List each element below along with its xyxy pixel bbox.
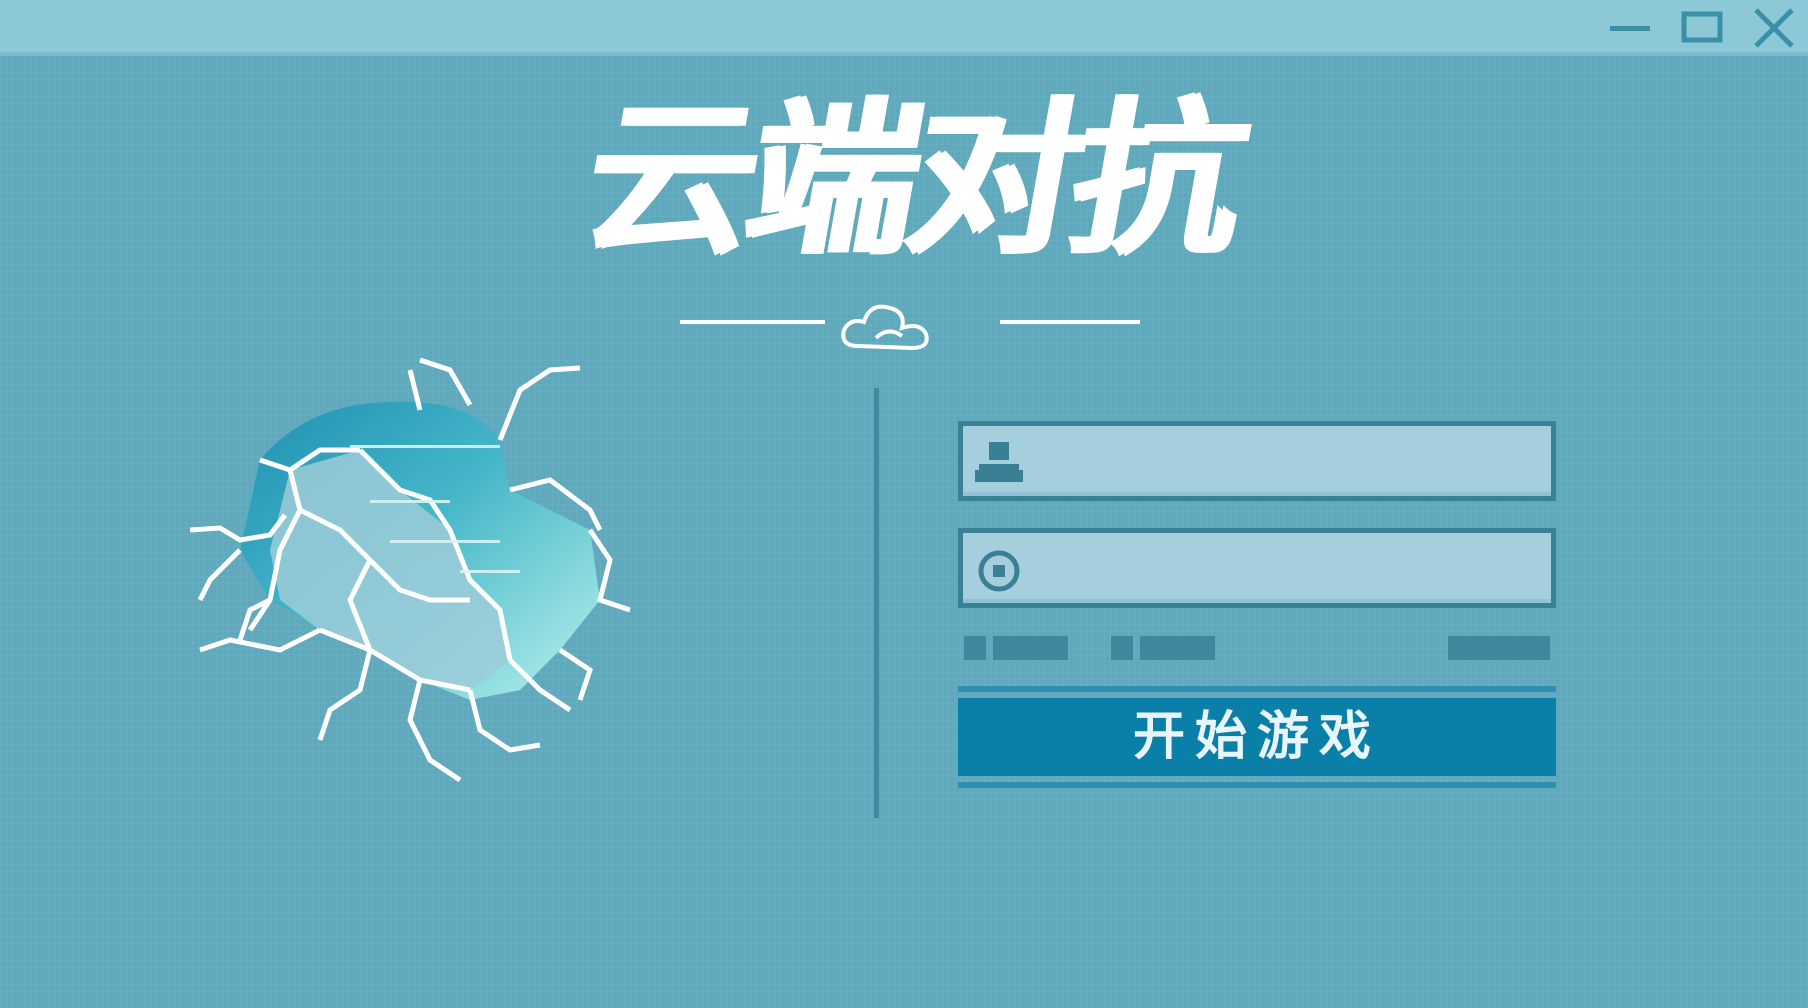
- title-bar[interactable]: [0, 0, 1808, 56]
- close-button[interactable]: [1750, 6, 1798, 50]
- game-login-window: 云端对抗 开始游戏: [0, 0, 1808, 1008]
- auto-login-label: [1140, 636, 1215, 660]
- forgot-password-link[interactable]: [1448, 636, 1550, 660]
- checkbox-icon[interactable]: [964, 636, 986, 660]
- minimize-icon: [1610, 26, 1650, 31]
- game-logo: 云端对抗: [560, 70, 1260, 360]
- start-game-button[interactable]: 开始游戏: [958, 686, 1556, 796]
- cracked-sky-illustration: [170, 350, 730, 854]
- cracked-sky-icon: [189, 357, 631, 783]
- close-icon: [1754, 8, 1794, 48]
- remember-password-checkbox[interactable]: [964, 636, 1068, 660]
- vertical-divider: [874, 388, 879, 818]
- user-icon: [975, 442, 1023, 482]
- minimize-button[interactable]: [1606, 6, 1654, 50]
- remember-password-label: [993, 636, 1068, 660]
- start-game-label[interactable]: 开始游戏: [958, 698, 1556, 776]
- auto-login-checkbox[interactable]: [1111, 636, 1215, 660]
- button-bottom-border: [958, 782, 1556, 788]
- password-field[interactable]: [958, 528, 1556, 608]
- lock-icon: [978, 550, 1020, 592]
- maximize-button[interactable]: [1678, 6, 1726, 50]
- forgot-password-label: [1448, 636, 1550, 660]
- button-top-border: [958, 686, 1556, 692]
- cloud-icon: [680, 304, 1140, 351]
- checkbox-icon[interactable]: [1111, 636, 1133, 660]
- maximize-icon: [1681, 11, 1723, 43]
- password-input[interactable]: [1035, 543, 1539, 595]
- game-title: 云端对抗: [568, 82, 1252, 278]
- username-field[interactable]: [958, 421, 1556, 501]
- username-input[interactable]: [1035, 436, 1539, 488]
